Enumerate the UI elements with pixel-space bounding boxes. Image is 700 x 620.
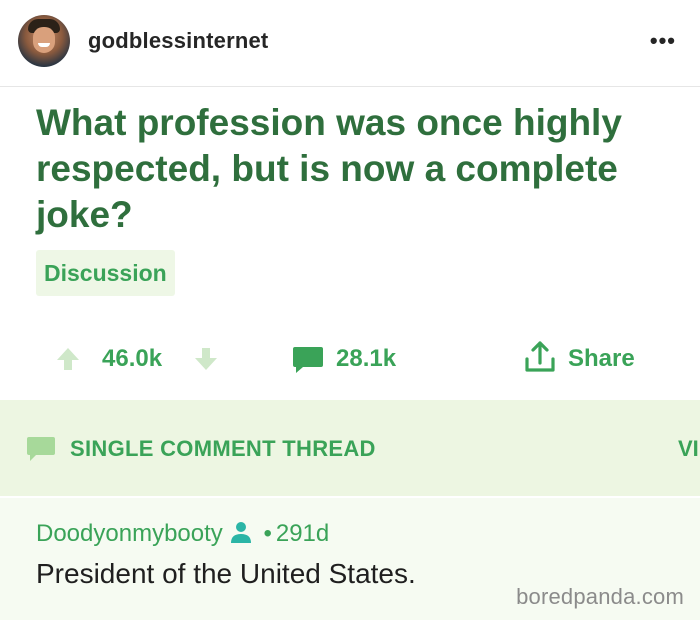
user-icon	[230, 522, 251, 543]
more-horizontal-icon[interactable]: •••	[650, 30, 676, 52]
comment-author-link[interactable]: Doodyonmybooty	[36, 520, 223, 547]
comment: Doodyonmybooty • 291d President of the Un…	[0, 498, 700, 620]
post-title: What profession was once highly respecte…	[36, 102, 622, 235]
comment-bubble-icon	[27, 437, 55, 461]
avatar[interactable]	[18, 15, 70, 67]
avatar-face	[33, 27, 55, 53]
upvote-arrow-icon[interactable]	[55, 346, 81, 372]
thread-label: SINGLE COMMENT THREAD	[70, 436, 376, 461]
post-header: godblessinternet •••	[0, 0, 700, 87]
flair-badge[interactable]: Discussion	[36, 250, 175, 296]
share-icon[interactable]	[522, 339, 558, 375]
username-link[interactable]: godblessinternet	[88, 28, 268, 54]
vote-count: 46.0k	[102, 345, 163, 372]
comment-age: 291d	[275, 520, 330, 547]
comment-bubble-icon[interactable]	[292, 345, 324, 375]
post-actions: 46.0k 28.1k Share	[0, 335, 700, 385]
meta-separator: •	[263, 520, 272, 547]
comment-count[interactable]: 28.1k	[336, 345, 396, 373]
page: godblessinternet ••• What profession was…	[0, 0, 700, 620]
comment-meta: Doodyonmybooty • 291d	[36, 520, 329, 548]
downvote-arrow-icon[interactable]	[193, 346, 219, 372]
view-all-link[interactable]: VI	[678, 436, 700, 462]
single-comment-thread-bar: SINGLE COMMENT THREAD VI	[0, 400, 700, 496]
watermark: boredpanda.com	[516, 584, 684, 609]
share-button[interactable]: Share	[568, 345, 635, 373]
comment-body: President of the United States.	[36, 558, 416, 589]
